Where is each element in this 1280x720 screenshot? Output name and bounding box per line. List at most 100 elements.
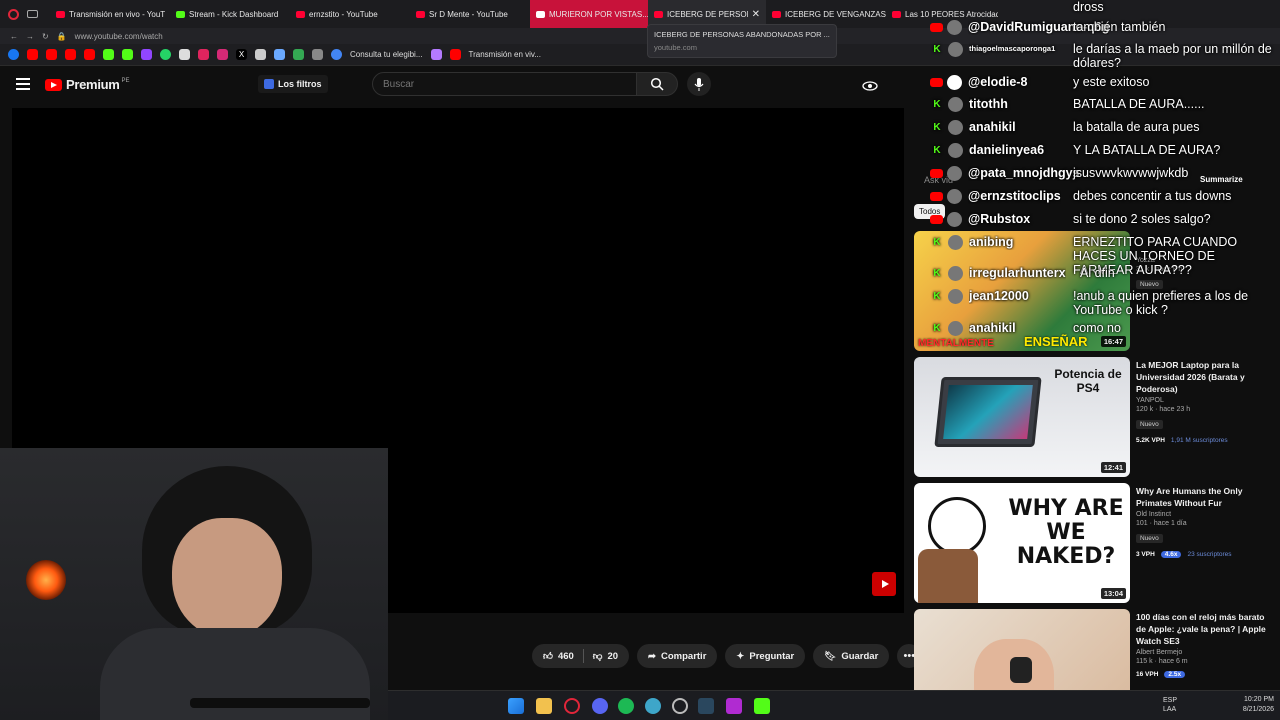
spotify-icon[interactable] <box>618 698 634 714</box>
kick-bookmark-icon[interactable] <box>103 49 114 60</box>
start-icon[interactable] <box>508 698 524 714</box>
bookmark-icon[interactable] <box>179 49 190 60</box>
tab-label: ernzstito - YouTube <box>309 9 378 19</box>
chat-text: la batalla de aura pues <box>1073 120 1200 134</box>
forward-icon[interactable]: → <box>26 32 34 41</box>
x-bookmark-icon[interactable]: X <box>236 49 247 60</box>
recommendation-2[interactable]: Potencia de PS4 12:41 La MEJOR Laptop pa… <box>914 357 1280 479</box>
avatar <box>947 212 962 227</box>
opera-logo-icon[interactable] <box>8 8 19 20</box>
recommendation-3[interactable]: WHY ARE WE NAKED? 13:04 Why Are Humans t… <box>914 483 1280 605</box>
clock[interactable]: 10:20 PM 8/21/2026 <box>1243 695 1274 715</box>
close-tab-icon[interactable]: ✕ <box>752 9 760 20</box>
filters-button[interactable]: Los filtros <box>258 75 328 93</box>
opera-icon[interactable] <box>564 698 580 714</box>
avatar <box>948 235 963 250</box>
youtube-platform-icon <box>930 23 943 32</box>
youtube-favicon-icon <box>892 10 901 18</box>
chat-text: jsusvwvkwvwwjwkdb <box>1073 166 1189 180</box>
instagram-bookmark-icon[interactable] <box>217 49 228 60</box>
tooltip-title: ICEBERG DE PERSONAS ABANDONADAS POR ... <box>654 30 830 39</box>
recommendation-4[interactable]: 100 días con el reloj más barato de Appl… <box>914 609 1280 690</box>
avatar <box>948 97 963 112</box>
chat-message: Kanahikil la batalla de aura pues <box>930 120 1199 135</box>
tab-label: Transmisión en vivo - YouT <box>69 9 166 19</box>
chat-message: Kanahikil como no <box>930 321 1121 336</box>
youtube-header: Premium PE Los filtros <box>0 66 910 104</box>
clock-time: 10:20 PM <box>1244 696 1274 703</box>
chat-text: dross <box>1073 0 1104 14</box>
video-stats: 101 · hace 1 día <box>1136 520 1187 527</box>
search-button[interactable] <box>636 72 678 96</box>
steam-icon[interactable] <box>698 698 714 714</box>
voice-search-button[interactable] <box>687 72 711 96</box>
youtube-bookmark-icon[interactable] <box>65 49 76 60</box>
youtube-bookmark-icon[interactable] <box>84 49 95 60</box>
channel-name[interactable]: Albert Bermejo <box>1136 649 1276 656</box>
bookmark-icon[interactable] <box>274 49 285 60</box>
search-input[interactable] <box>372 72 638 96</box>
app-icon[interactable] <box>645 698 661 714</box>
sparkle-icon: ✦ <box>736 650 745 662</box>
tab-3[interactable]: ernzstito - YouTube <box>290 0 410 28</box>
avatar <box>948 321 963 336</box>
chat-message: @elodie-8 y este exitoso <box>930 75 1149 90</box>
file-explorer-icon[interactable] <box>536 698 552 714</box>
drive-bookmark-icon[interactable] <box>293 49 304 60</box>
tab-1[interactable]: Transmisión en vivo - YouT <box>50 0 170 28</box>
chat-text: !anub a quien prefieres a los de YouTube… <box>1073 289 1249 317</box>
channel-name[interactable]: Old Instinct <box>1136 511 1276 518</box>
new-badge: Nuevo <box>1136 420 1163 429</box>
youtube-bookmark-icon[interactable] <box>27 49 38 60</box>
gemini-bookmark-icon[interactable] <box>430 49 442 60</box>
bookmark-icon[interactable] <box>312 49 323 60</box>
google-bookmark-icon[interactable] <box>331 49 342 60</box>
discord-icon[interactable] <box>592 698 608 714</box>
share-button[interactable]: ➦ Compartir <box>637 644 718 668</box>
bookmark-transmision[interactable]: Transmisión en viv... <box>469 50 541 59</box>
windows-taskbar: ESP LAA 10:20 PM 8/21/2026 <box>388 690 1280 720</box>
url-field[interactable]: www.youtube.com/watch <box>75 32 163 41</box>
bookmark-consulta[interactable]: Consulta tu elegibi... <box>350 50 423 59</box>
dislike-button[interactable]: 👎︎ 20 <box>593 650 618 663</box>
video-stats: 115 k · hace 6 m <box>1136 658 1188 665</box>
video-title[interactable]: 100 días con el reloj más barato de Appl… <box>1136 611 1276 647</box>
whatsapp-bookmark-icon[interactable] <box>160 49 171 60</box>
app-icon[interactable] <box>726 698 742 714</box>
bookmark-icon[interactable] <box>255 49 266 60</box>
chat-text: Al dfin <box>1080 266 1115 280</box>
video-title[interactable]: La MEJOR Laptop para la Universidad 2026… <box>1136 359 1276 395</box>
eye-icon[interactable] <box>862 78 878 96</box>
tab-2[interactable]: Stream - Kick Dashboard <box>170 0 290 28</box>
save-button[interactable]: 🔖︎ Guardar <box>813 644 890 668</box>
save-label: Guardar <box>841 650 879 662</box>
menu-icon[interactable] <box>16 78 30 90</box>
tab-4[interactable]: Sr D Mente - YouTube <box>410 0 530 28</box>
app-icon[interactable] <box>754 698 770 714</box>
image-bookmark-icon[interactable] <box>198 49 209 60</box>
youtube-premium-logo[interactable]: Premium PE <box>45 77 130 92</box>
facebook-bookmark-icon[interactable] <box>8 49 19 60</box>
video-title[interactable]: Why Are Humans the Only Primates Without… <box>1136 485 1276 509</box>
tab-5[interactable]: MURIERON POR VISTAS... <box>530 0 648 28</box>
youtube-favicon-icon <box>56 10 65 18</box>
workspaces-icon[interactable] <box>27 10 38 18</box>
youtube-bookmark-icon[interactable] <box>46 49 57 60</box>
like-button[interactable]: 👍︎ 460 <box>543 650 574 663</box>
obs-icon[interactable] <box>672 698 688 714</box>
like-count: 460 <box>557 650 574 662</box>
youtube-bookmark-icon[interactable] <box>449 49 461 60</box>
youtube-favicon-icon <box>296 10 305 18</box>
reload-icon[interactable]: ↻ <box>42 32 49 41</box>
chat-username: anahikil <box>969 120 1016 134</box>
youtube-platform-icon <box>930 215 943 224</box>
back-icon[interactable]: ← <box>10 32 18 41</box>
video-actions: 👍︎ 460 👎︎ 20 ➦ Compartir ✦ Preguntar 🔖︎ … <box>532 644 922 668</box>
twitch-bookmark-icon[interactable] <box>141 49 152 60</box>
chat-text: y este exitoso <box>1073 75 1150 89</box>
ask-button[interactable]: ✦ Preguntar <box>725 644 806 668</box>
channel-name[interactable]: YANPOL <box>1136 397 1276 404</box>
vph-row: 16 VPH 2.5x <box>1136 671 1276 678</box>
language-indicator[interactable]: ESP LAA <box>1163 696 1177 714</box>
kick-bookmark-icon[interactable] <box>122 49 133 60</box>
